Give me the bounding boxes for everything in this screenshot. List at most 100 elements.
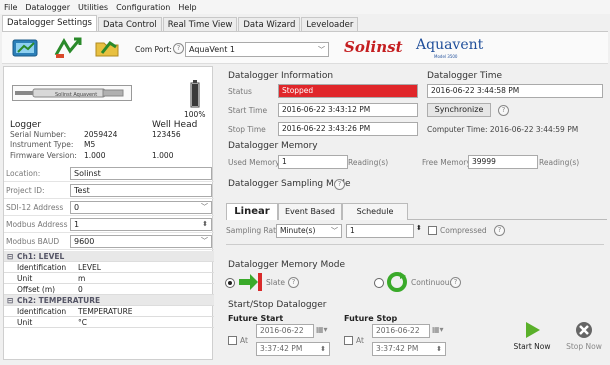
spinner-icon[interactable]: ⬍ — [436, 343, 442, 355]
channel-value[interactable]: °C — [78, 318, 87, 327]
menu-help[interactable]: Help — [178, 3, 196, 12]
com-port-label: Com Port: — [135, 45, 172, 54]
channel-key: Unit — [17, 274, 33, 283]
free-memory-label: Free Memory — [422, 158, 471, 167]
channel-value[interactable]: 0 — [78, 285, 83, 294]
sampling-rate-unit-select[interactable]: Minute(s) ﹀ — [276, 224, 342, 238]
location-row: Location: Solinst — [4, 166, 214, 182]
spinner-icon[interactable]: ⬍ — [416, 224, 422, 232]
channel-key: Identification — [17, 263, 67, 272]
modbus-value: 1 — [74, 220, 80, 229]
channel-heading: Ch1: LEVEL — [17, 252, 65, 261]
tab-data-wizard[interactable]: Data Wizard — [238, 17, 301, 32]
free-memory-value: 39999 — [468, 155, 538, 169]
battery-level: 100% — [184, 110, 206, 119]
stop-icon — [576, 322, 592, 338]
compressed-checkbox[interactable] — [428, 226, 437, 235]
channel-value[interactable]: m — [78, 274, 85, 283]
calendar-icon[interactable]: ▦▾ — [316, 325, 328, 334]
sampling-help-icon[interactable]: ? — [334, 179, 345, 190]
baud-value: 9600 — [74, 237, 95, 246]
tab-data-control[interactable]: Data Control — [97, 17, 162, 32]
com-port-select[interactable]: AquaVent 1 ﹀ — [185, 42, 329, 57]
tab-datalogger-settings[interactable]: Datalogger Settings — [2, 15, 97, 32]
channel-header[interactable]: ⊟ Ch1: LEVEL — [4, 251, 214, 262]
program-settings-icon[interactable] — [54, 37, 82, 59]
calendar-icon[interactable]: ▦▾ — [432, 325, 444, 334]
table-row: Offset (m) 0 — [4, 284, 214, 295]
continuous-help-icon[interactable]: ? — [450, 277, 461, 288]
logger-time-value: 2016-06-22 3:44:58 PM — [427, 84, 603, 98]
logger-panel: Solinst Aquavent 100% Logger Well Head S… — [3, 66, 214, 360]
collapse-icon[interactable]: ⊟ — [7, 252, 13, 261]
spinner-icon[interactable]: ⬍ — [202, 219, 208, 230]
menu-utilities[interactable]: Utilities — [78, 3, 108, 12]
future-stop-time-value: 3:37:42 PM — [376, 344, 419, 353]
compressed-help-icon[interactable]: ? — [494, 225, 505, 236]
open-settings-icon[interactable] — [94, 37, 122, 59]
sampling-tabs: Linear Event Based Schedule — [226, 202, 607, 220]
future-start-checkbox[interactable] — [228, 336, 237, 345]
future-stop-checkbox[interactable] — [344, 336, 353, 345]
continuous-radio[interactable] — [374, 278, 384, 288]
continuous-icon — [387, 272, 407, 292]
collapse-icon[interactable]: ⊟ — [7, 296, 13, 305]
firmware-label: Firmware Version: — [10, 151, 77, 160]
sampling-title: Datalogger Sampling Mode — [228, 179, 351, 189]
stop-time-value: 2016-06-22 3:43:26 PM — [278, 122, 418, 136]
modbus-label: Modbus Address — [6, 220, 68, 229]
tab-leveloader[interactable]: Leveloader — [301, 17, 359, 32]
used-memory-value: 1 — [278, 155, 348, 169]
slate-help-icon[interactable]: ? — [288, 277, 299, 288]
location-input[interactable]: Solinst — [70, 167, 212, 180]
serial-label: Serial Number: — [10, 130, 67, 139]
sampling-rate-input[interactable]: 1 — [346, 224, 414, 238]
com-port-value: AquaVent 1 — [189, 45, 235, 54]
tab-linear[interactable]: Linear — [226, 203, 278, 220]
serial-wellhead: 123456 — [152, 130, 181, 139]
future-start-time[interactable]: 3:37:42 PM ⬍ — [256, 342, 330, 356]
sdi-value: 0 — [74, 203, 80, 212]
tab-event-based[interactable]: Event Based — [278, 203, 342, 220]
channel-value[interactable]: TEMPERATURE — [78, 307, 133, 316]
sampling-rate-unit: Minute(s) — [280, 226, 316, 235]
start-now-label: Start Now — [513, 342, 551, 351]
future-start-at: At — [240, 336, 248, 345]
tab-real-time-view[interactable]: Real Time View — [162, 17, 238, 32]
chevron-down-icon: ﹀ — [331, 227, 338, 235]
logger-heading: Logger — [10, 120, 42, 130]
slate-icon — [239, 273, 262, 291]
table-row: Identification LEVEL — [4, 262, 214, 273]
sync-help-icon[interactable]: ? — [498, 105, 509, 116]
com-port-help-icon[interactable]: ? — [173, 43, 184, 54]
synchronize-button[interactable]: Synchronize — [427, 103, 491, 117]
future-start-date[interactable]: 2016-06-22 — [256, 324, 314, 338]
menu-file[interactable]: File — [4, 3, 17, 12]
modbus-input[interactable]: 1 ⬍ — [70, 218, 212, 231]
channel-header[interactable]: ⊟ Ch2: TEMPERATURE — [4, 295, 214, 306]
sdi-row: SDI-12 Address 0 ﹀ — [4, 200, 214, 216]
aquavent-model: Model 3500 — [434, 54, 458, 59]
menu-configuration[interactable]: Configuration — [116, 3, 170, 12]
divider — [226, 244, 604, 245]
menu-datalogger[interactable]: Datalogger — [25, 3, 70, 12]
sdi-select[interactable]: 0 ﹀ — [70, 201, 212, 214]
future-start-time-value: 3:37:42 PM — [260, 344, 303, 353]
future-stop-time[interactable]: 3:37:42 PM ⬍ — [372, 342, 446, 356]
start-time-label: Start Time — [228, 106, 268, 115]
wellhead-heading: Well Head — [152, 120, 198, 130]
future-stop-date[interactable]: 2016-06-22 — [372, 324, 430, 338]
used-memory-unit: Reading(s) — [348, 158, 389, 167]
retrieve-settings-icon[interactable] — [12, 37, 40, 59]
start-now-button[interactable]: Start Now — [510, 320, 554, 358]
channel-value[interactable]: LEVEL — [78, 263, 101, 272]
baud-select[interactable]: 9600 ﹀ — [70, 235, 212, 248]
stop-now-button[interactable]: Stop Now — [562, 320, 606, 358]
tab-schedule[interactable]: Schedule — [342, 203, 408, 220]
compressed-label: Compressed — [440, 226, 487, 235]
computer-time: Computer Time: 2016-06-22 3:44:59 PM — [427, 125, 579, 134]
spinner-icon[interactable]: ⬍ — [320, 343, 326, 355]
slate-radio[interactable] — [225, 278, 235, 288]
project-input[interactable]: Test — [70, 184, 212, 197]
svg-text:Solinst Aquavent: Solinst Aquavent — [55, 92, 97, 98]
